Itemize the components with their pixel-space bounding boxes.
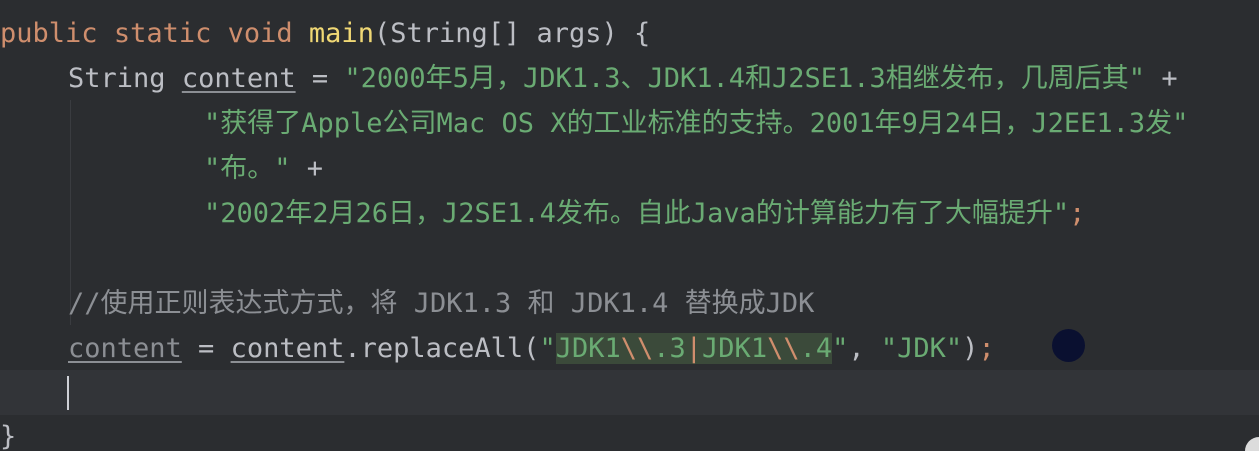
regex-escape: \\ — [767, 333, 800, 364]
close-paren: ) — [962, 333, 979, 364]
assign-operator: = — [311, 63, 329, 94]
semicolon: ; — [1069, 198, 1086, 229]
string-literal-3: "布。" — [204, 153, 291, 184]
code-editor[interactable]: public static void main(String[] args) {… — [0, 0, 1259, 451]
regex-escape: \\ — [620, 333, 654, 364]
method-name: main — [308, 18, 374, 49]
regex-part: JDK1 — [555, 333, 621, 364]
method-call-replaceall: .replaceAll( — [344, 333, 540, 364]
string-literal-4: "2002年2月26日，J2SE1.4发布。自此Java的计算能力有了大幅提升" — [204, 198, 1070, 229]
variable-content: content — [181, 63, 296, 94]
code-line-7[interactable]: //使用正则表达式方式，将 JDK1.3 和 JDK1.4 替换成JDK — [68, 281, 814, 326]
code-line-4[interactable]: "布。" + — [204, 146, 323, 191]
code-line-1[interactable]: public static void main(String[] args) { — [0, 11, 650, 56]
regex-part: .3 — [653, 333, 686, 364]
code-line-5[interactable]: "2002年2月26日，J2SE1.4发布。自此Java的计算能力有了大幅提升"… — [204, 191, 1085, 236]
comment-text: //使用正则表达式方式，将 JDK1.3 和 JDK1.4 替换成JDK — [68, 288, 815, 319]
assign-operator: = — [181, 333, 231, 364]
regex-pipe: | — [685, 333, 703, 364]
current-line-highlight — [0, 370, 1259, 415]
code-line-8[interactable]: content = content.replaceAll("JDK1\\.3|J… — [68, 326, 995, 371]
string-literal-2: "获得了Apple公司Mac OS X的工业标准的支持。2001年9月24日，J… — [204, 108, 1189, 139]
regex-quote-close: " — [832, 333, 849, 364]
scroll-corner — [1245, 437, 1259, 451]
regex-part: JDK1 — [702, 333, 768, 364]
variable-content-source: content — [230, 333, 345, 364]
replacement-string: "JDK" — [880, 333, 963, 364]
type-string: String — [68, 63, 166, 94]
code-line-2[interactable]: String content = "2000年5月，JDK1.3、JDK1.4和… — [68, 56, 1178, 101]
plus-operator: + — [306, 153, 324, 184]
closing-brace: } — [0, 421, 17, 451]
keyword-public: public — [0, 18, 98, 49]
plus-operator: + — [1161, 63, 1178, 94]
variable-content-target: content — [68, 333, 182, 364]
regex-part: .4 — [799, 333, 833, 364]
regex-highlight: JDK1\\.3|JDK1\\.4 — [555, 333, 833, 364]
keyword-void: void — [227, 18, 293, 49]
code-line-10[interactable]: } — [0, 414, 16, 451]
method-params: (String[] args) { — [373, 18, 651, 49]
code-line-3[interactable]: "获得了Apple公司Mac OS X的工业标准的支持。2001年9月24日，J… — [204, 101, 1188, 146]
breakpoint-dot-icon[interactable] — [1052, 329, 1085, 362]
keyword-static: static — [113, 18, 212, 49]
string-literal-1: "2000年5月，JDK1.3、JDK1.4和J2SE1.3相继发布，几周后其" — [344, 63, 1146, 94]
regex-quote-open: " — [539, 333, 556, 364]
comma: , — [848, 333, 881, 364]
semicolon: ; — [978, 333, 995, 364]
text-caret — [67, 376, 69, 410]
